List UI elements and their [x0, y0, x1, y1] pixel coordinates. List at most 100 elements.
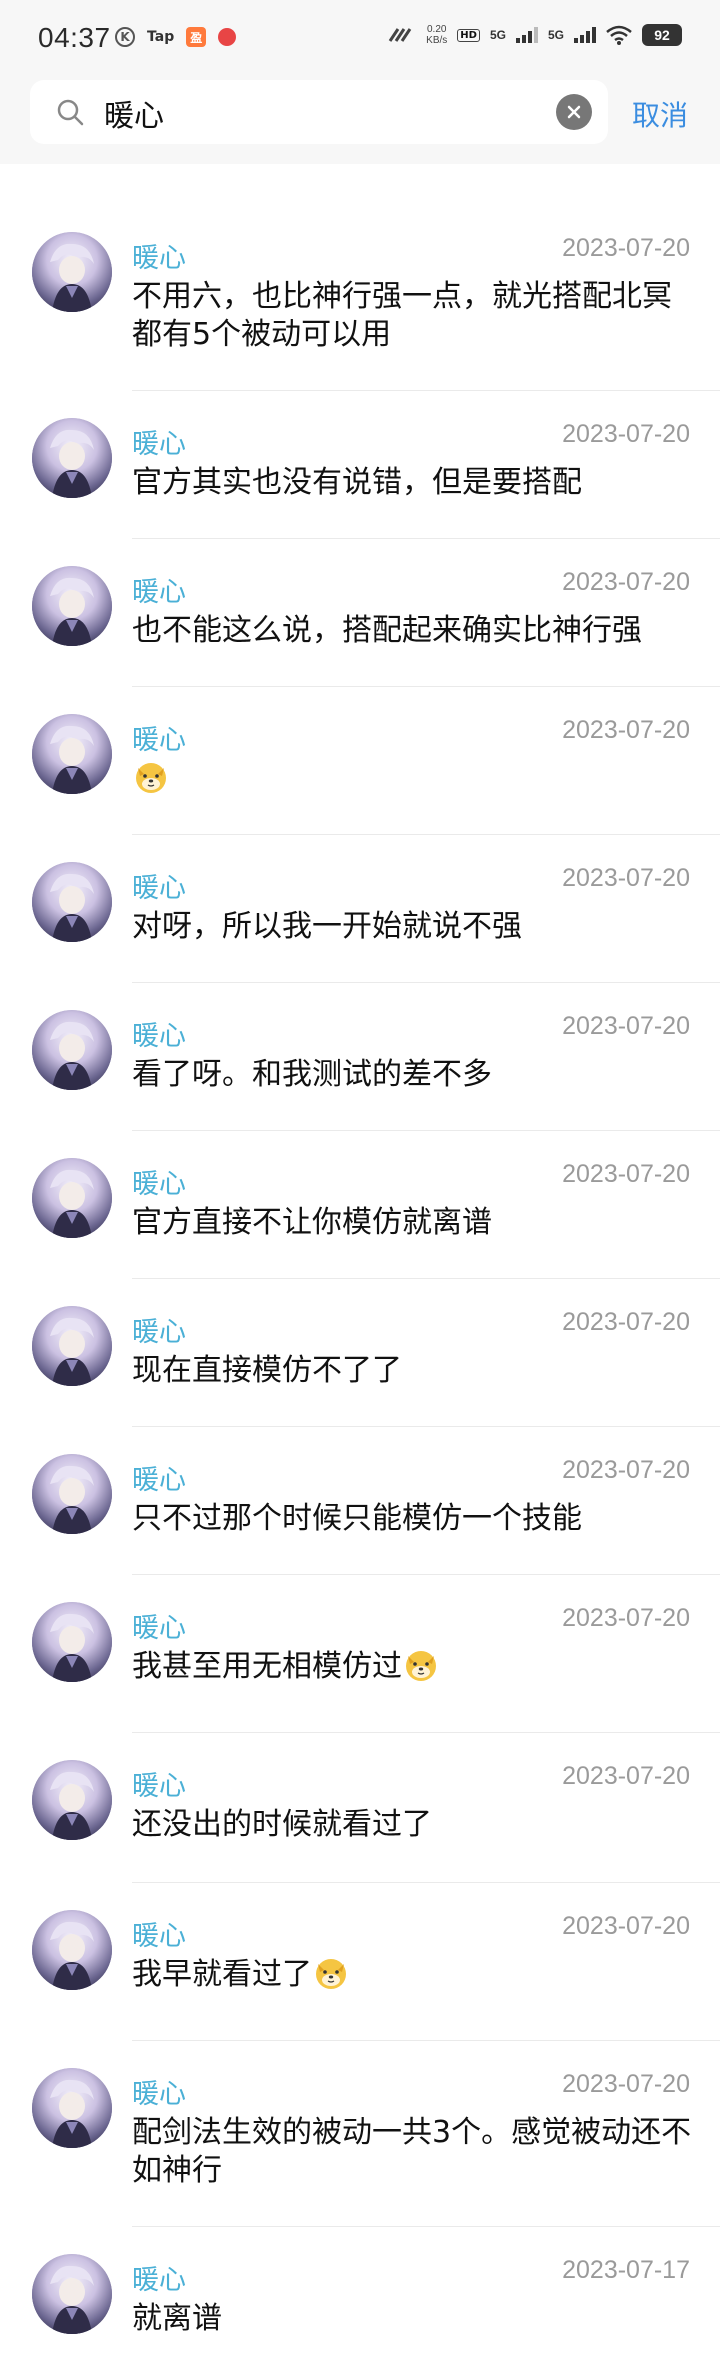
avatar[interactable] [32, 2068, 112, 2148]
message-item[interactable]: 暖心 2023-07-20 我甚至用无相模仿过 [0, 1574, 720, 1732]
message-text-content: 对呀，所以我一开始就说不强 [132, 909, 522, 944]
message-item[interactable]: 暖心 2023-07-20 官方其实也没有说错，但是要搭配 [0, 390, 720, 538]
message-text: 也不能这么说，搭配起来确实比神行强 [132, 612, 692, 650]
app-orange-icon: 盈 [186, 27, 207, 47]
message-item[interactable]: 暖心 2023-07-20 看了呀。和我测试的差不多 [0, 982, 720, 1130]
avatar[interactable] [32, 862, 112, 942]
message-divider [132, 538, 720, 539]
message-date: 2023-07-20 [562, 1456, 690, 1484]
message-text-content: 官方直接不让你模仿就离谱 [132, 1205, 492, 1240]
message-sender: 暖心 [132, 1921, 186, 1952]
message-text-content: 只不过那个时候只能模仿一个技能 [132, 1501, 582, 1536]
message-divider [132, 1882, 720, 1883]
search-icon [57, 99, 84, 126]
message-item[interactable]: 暖心 2023-07-20 也不能这么说，搭配起来确实比神行强 [0, 538, 720, 686]
hd-badge: HD [457, 28, 480, 42]
message-sender: 暖心 [132, 1021, 186, 1052]
message-divider [132, 982, 720, 983]
message-text-content: 现在直接模仿不了了 [132, 1353, 402, 1388]
message-text: 对呀，所以我一开始就说不强 [132, 908, 692, 946]
close-icon [567, 105, 581, 119]
network-speed-value: 0.20 [427, 24, 447, 35]
clear-search-button[interactable] [556, 94, 592, 130]
avatar[interactable] [32, 1306, 112, 1386]
avatar[interactable] [32, 1760, 112, 1840]
cancel-button[interactable]: 取消 [632, 94, 688, 134]
avatar[interactable] [32, 566, 112, 646]
network-speed: 0.20 KB/s [426, 24, 447, 46]
message-date: 2023-07-20 [562, 234, 690, 262]
message-divider [132, 1130, 720, 1131]
message-sender: 暖心 [132, 1771, 186, 1802]
message-divider [132, 1732, 720, 1733]
message-sender: 暖心 [132, 2079, 186, 2110]
avatar[interactable] [32, 714, 112, 794]
avatar[interactable] [32, 2254, 112, 2334]
message-text: 现在直接模仿不了了 [132, 1352, 692, 1390]
avatar[interactable] [32, 1454, 112, 1534]
status-time: 04:37 [38, 22, 111, 53]
battery-indicator: 92 [642, 24, 682, 46]
message-text: 官方其实也没有说错，但是要搭配 [132, 464, 692, 502]
taptap-icon: Tap [147, 29, 175, 45]
message-date: 2023-07-20 [562, 1912, 690, 1940]
avatar[interactable] [32, 232, 112, 312]
message-text: 还没出的时候就看过了 [132, 1806, 692, 1844]
message-item[interactable]: 暖心 2023-07-20 配剑法生效的被动一共3个。感觉被动还不如神行 [0, 2040, 720, 2226]
message-item[interactable]: 暖心 2023-07-20 我早就看过了 [0, 1882, 720, 2040]
avatar[interactable] [32, 418, 112, 498]
message-text-content: 我早就看过了 [132, 1957, 312, 1992]
message-sender: 暖心 [132, 243, 186, 274]
message-item[interactable]: 暖心 2023-07-20 [0, 686, 720, 834]
message-text-content: 配剑法生效的被动一共3个。感觉被动还不如神行 [132, 2115, 692, 2188]
message-divider [132, 834, 720, 835]
message-text-content: 还没出的时候就看过了 [132, 1807, 432, 1842]
message-date: 2023-07-20 [562, 1012, 690, 1040]
message-sender: 暖心 [132, 725, 186, 756]
message-date: 2023-07-17 [562, 2256, 690, 2284]
message-sender: 暖心 [132, 873, 186, 904]
signal-icon [515, 24, 538, 46]
message-date: 2023-07-20 [562, 420, 690, 448]
avatar[interactable] [32, 1910, 112, 1990]
message-text-content: 我甚至用无相模仿过 [132, 1649, 402, 1684]
app-red-icon [218, 28, 237, 46]
message-divider [132, 1278, 720, 1279]
avatar[interactable] [32, 1602, 112, 1682]
message-sender: 暖心 [132, 2265, 186, 2296]
avatar[interactable] [32, 1158, 112, 1238]
message-item[interactable]: 暖心 2023-07-20 还没出的时候就看过了 [0, 1732, 720, 1882]
message-item[interactable]: 暖心 2023-07-17 就离谱 [0, 2226, 720, 2376]
message-divider [132, 686, 720, 687]
signal-icon-2 [574, 24, 596, 46]
message-date: 2023-07-20 [562, 1762, 690, 1790]
message-date: 2023-07-20 [562, 1604, 690, 1632]
message-item[interactable]: 暖心 2023-07-20 现在直接模仿不了了 [0, 1278, 720, 1426]
message-item[interactable]: 暖心 2023-07-20 对呀，所以我一开始就说不强 [0, 834, 720, 982]
message-divider [132, 1574, 720, 1575]
message-text-content: 不用六，也比神行强一点，就光搭配北冥都有5个被动可以用 [132, 279, 672, 352]
message-divider [132, 2226, 720, 2227]
message-item[interactable]: 暖心 2023-07-20 不用六，也比神行强一点，就光搭配北冥都有5个被动可以用 [0, 204, 720, 390]
message-date: 2023-07-20 [562, 1308, 690, 1336]
message-text: 看了呀。和我测试的差不多 [132, 1056, 692, 1094]
search-box[interactable] [30, 80, 608, 144]
message-item[interactable]: 暖心 2023-07-20 官方直接不让你模仿就离谱 [0, 1130, 720, 1278]
message-text-content: 就离谱 [132, 2301, 222, 2336]
status-bar: 04:37 K Tap 盈 0.20 KB/s HD 5G 5G 92 [0, 0, 720, 72]
message-item[interactable]: 暖心 2023-07-20 只不过那个时候只能模仿一个技能 [0, 1426, 720, 1574]
message-text-content: 也不能这么说，搭配起来确实比神行强 [132, 613, 642, 648]
message-text: 不用六，也比神行强一点，就光搭配北冥都有5个被动可以用 [132, 278, 692, 354]
message-sender: 暖心 [132, 429, 186, 460]
message-sender: 暖心 [132, 1465, 186, 1496]
network-type-2: 5G [547, 28, 564, 42]
search-header: 取消 [0, 72, 720, 164]
message-date: 2023-07-20 [562, 864, 690, 892]
network-speed-unit: KB/s [426, 35, 448, 46]
doge-emoji [404, 1648, 438, 1682]
search-input[interactable] [102, 90, 566, 136]
message-text: 只不过那个时候只能模仿一个技能 [132, 1500, 692, 1538]
status-notification-icons: K Tap 盈 [115, 26, 237, 48]
message-date: 2023-07-20 [562, 1160, 690, 1188]
avatar[interactable] [32, 1010, 112, 1090]
